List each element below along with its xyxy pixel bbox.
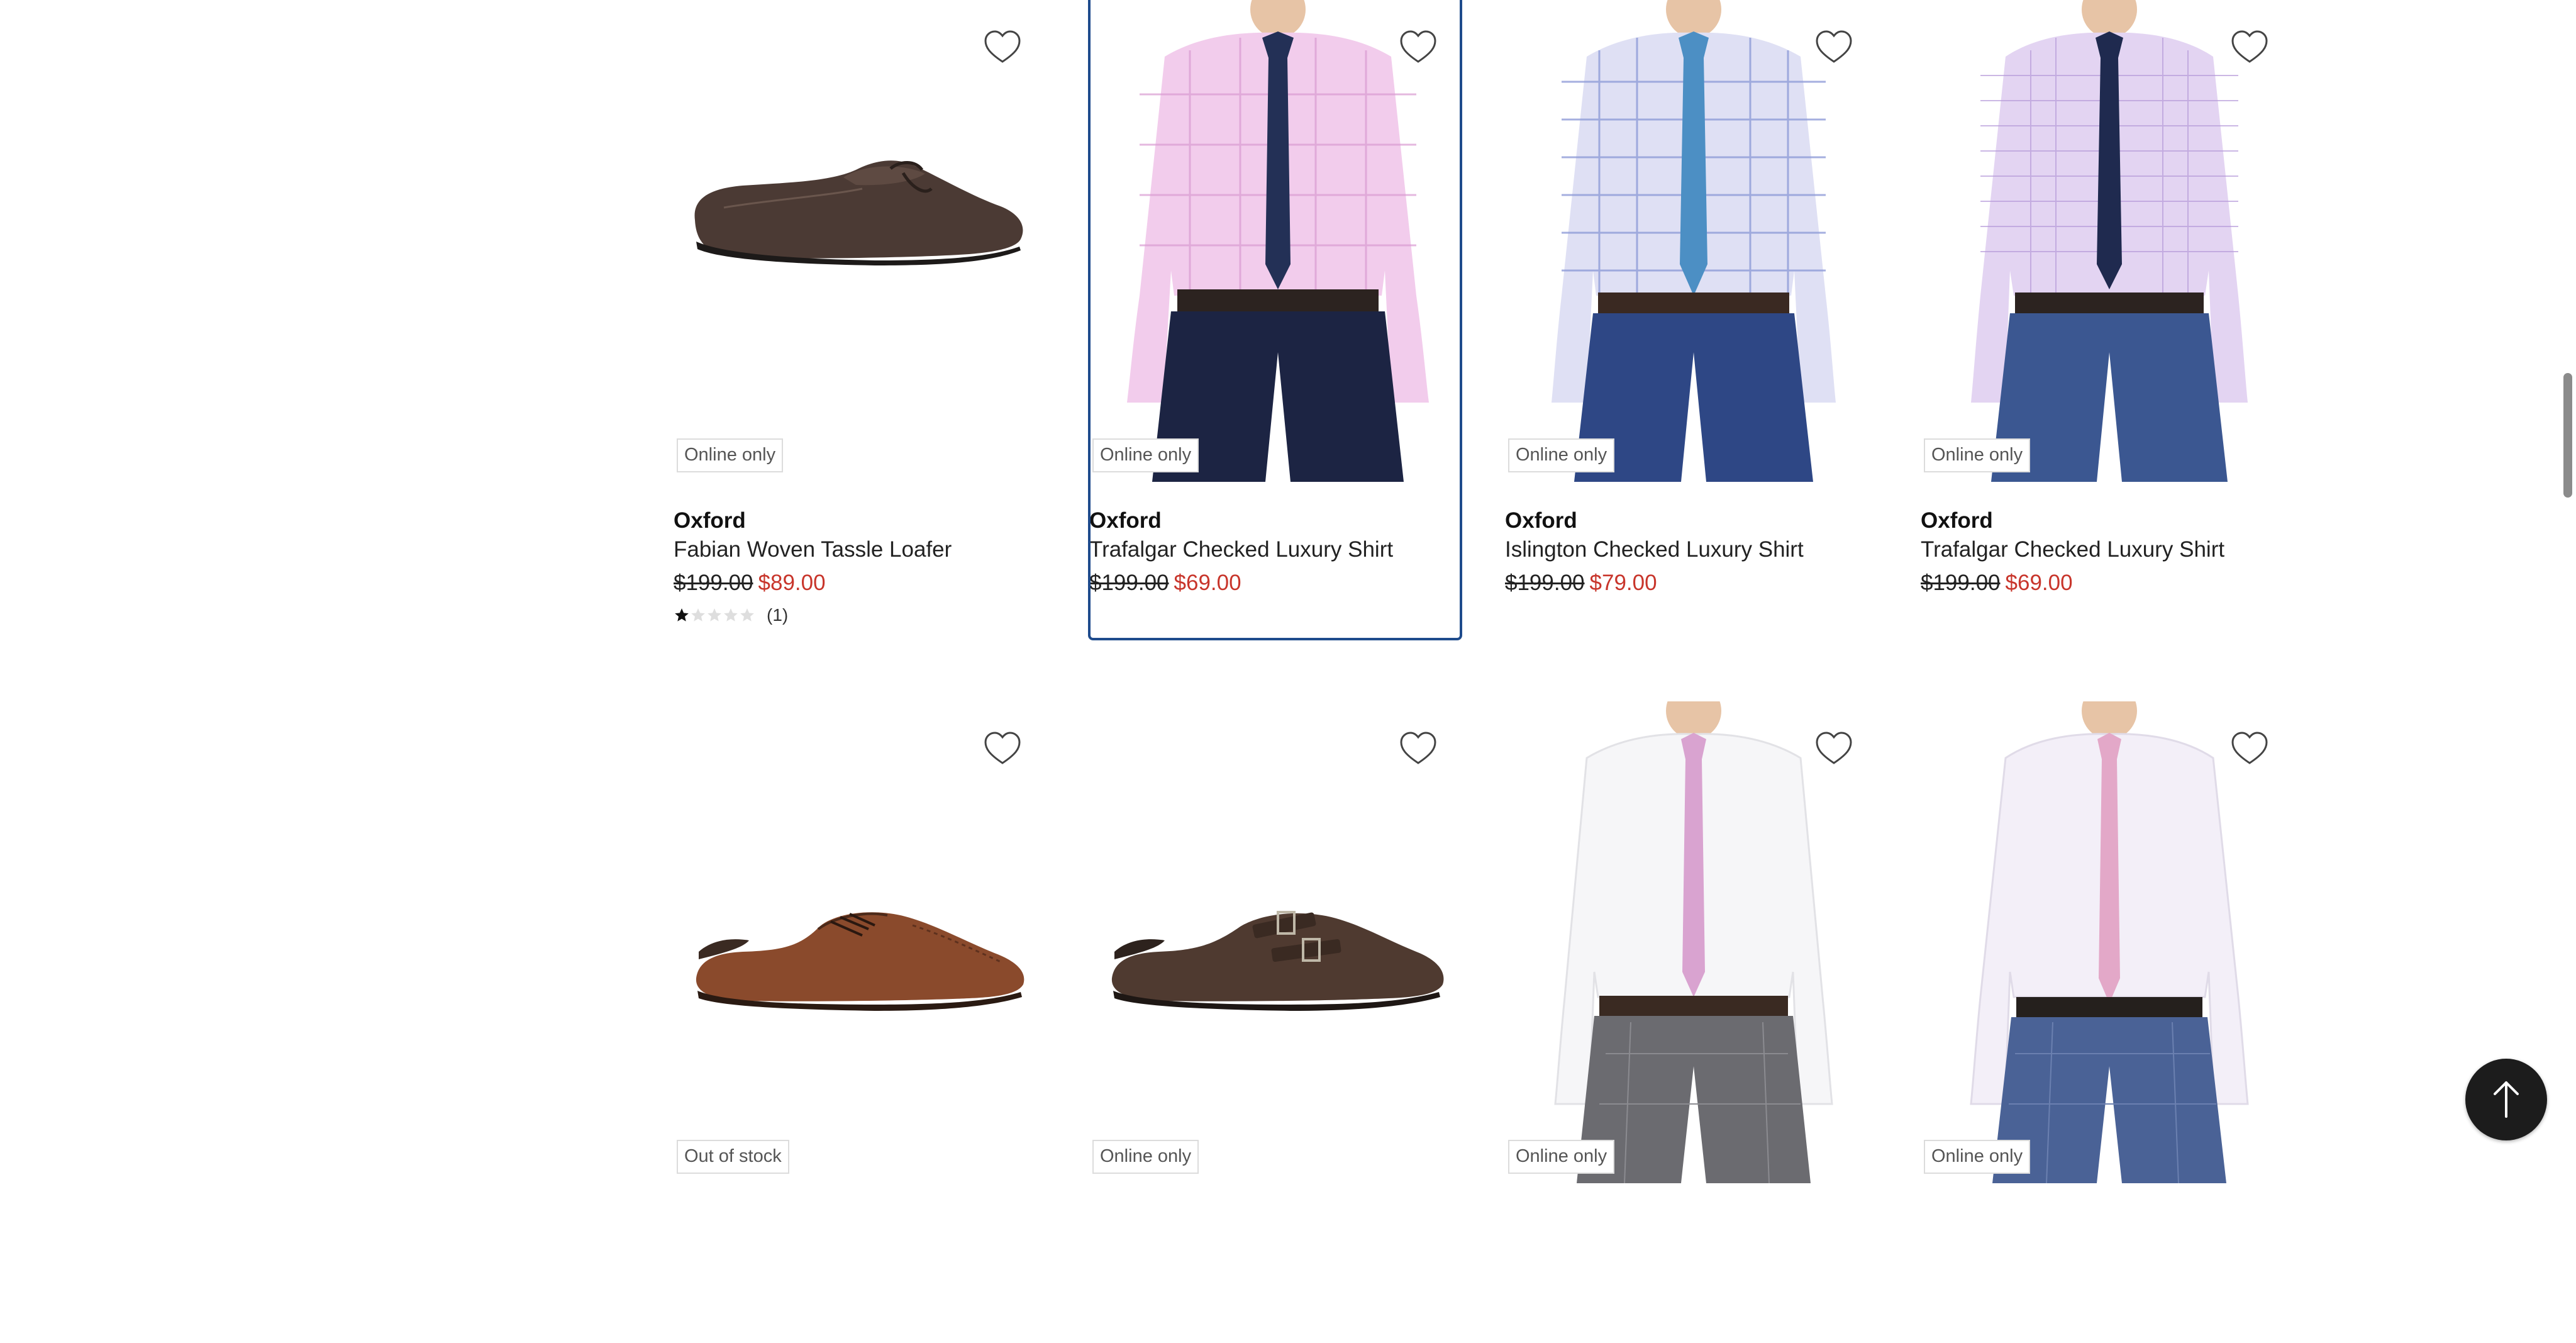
shirt-image (1970, 701, 2249, 1183)
original-price: $199.00 (1505, 571, 1585, 595)
heart-outline-icon (2231, 30, 2268, 63)
sale-price: $69.00 (2005, 571, 2073, 595)
product-image[interactable]: Out of stock (674, 701, 1048, 1183)
monk-strap-shoe-image (1111, 911, 1444, 1011)
heart-outline-icon (1400, 30, 1436, 63)
product-image[interactable]: Online only (1089, 0, 1463, 482)
star-rating (674, 607, 755, 623)
product-card[interactable]: Online only Oxford Fabian Woven Tassle L… (674, 0, 1048, 642)
wishlist-button[interactable] (980, 25, 1024, 69)
availability-badge: Online only (1508, 438, 1615, 472)
rating[interactable]: (1) (674, 604, 788, 627)
product-image[interactable]: Online only (1921, 0, 2295, 482)
derby-shoe-image (696, 912, 1024, 1011)
wishlist-button[interactable] (1396, 25, 1440, 69)
wishlist-button[interactable] (980, 727, 1024, 771)
availability-badge: Online only (1092, 438, 1199, 472)
brand-name: Oxford (1921, 508, 1993, 533)
availability-badge: Online only (677, 438, 784, 472)
heart-outline-icon (1816, 732, 1852, 764)
wishlist-button[interactable] (1396, 727, 1440, 771)
wishlist-button[interactable] (1812, 25, 1856, 69)
sale-price: $69.00 (1174, 571, 1241, 595)
wishlist-button[interactable] (2228, 25, 2272, 69)
shirt-image (1554, 701, 1833, 1183)
brand-name: Oxford (1089, 508, 1162, 533)
price-block: $199.00 $79.00 (1505, 571, 1657, 596)
review-count: (1) (767, 605, 789, 625)
product-image[interactable]: Online only (674, 0, 1048, 482)
sale-price: $89.00 (758, 571, 826, 595)
brand-name: Oxford (674, 508, 746, 533)
back-to-top-button[interactable] (2465, 1059, 2547, 1140)
wishlist-button[interactable] (2228, 727, 2272, 771)
star-empty-icon (708, 608, 721, 621)
product-card[interactable]: Online only Oxford Trafalgar Checked Lux… (1088, 0, 1463, 642)
price-block: $199.00 $69.00 (1921, 571, 2073, 596)
product-card[interactable]: Online only (1089, 701, 1463, 1343)
price-block: $199.00 $69.00 (1089, 571, 1241, 596)
product-name-link[interactable]: Islington Checked Luxury Shirt (1505, 537, 1804, 562)
product-card[interactable]: Online only Oxford Islington Checked Lux… (1505, 0, 1879, 642)
star-empty-icon (691, 608, 705, 621)
scrollbar-thumb[interactable] (2563, 373, 2572, 498)
original-price: $199.00 (1921, 571, 2001, 595)
product-card[interactable]: Online only Oxford Trafalgar Checked Lux… (1921, 0, 2295, 642)
product-card[interactable]: Out of stock (674, 701, 1048, 1343)
heart-outline-icon (984, 732, 1021, 764)
original-price: $199.00 (674, 571, 753, 595)
product-image[interactable]: Online only (1089, 701, 1463, 1183)
shirt-image (1089, 0, 1463, 482)
price-block: $199.00 $89.00 (674, 571, 826, 596)
product-image[interactable]: Online only (1921, 701, 2295, 1183)
product-name-link[interactable]: Fabian Woven Tassle Loafer (674, 537, 952, 562)
heart-outline-icon (1816, 30, 1852, 63)
availability-badge: Online only (1924, 438, 2031, 472)
heart-outline-icon (2231, 732, 2268, 764)
original-price: $199.00 (1089, 571, 1169, 595)
heart-outline-icon (1400, 732, 1436, 764)
product-name-link[interactable]: Trafalgar Checked Luxury Shirt (1921, 537, 2224, 562)
product-card[interactable]: Online only (1505, 701, 1879, 1343)
sale-price: $79.00 (1589, 571, 1657, 595)
loafer-image (694, 160, 1023, 265)
product-image[interactable]: Online only (1505, 701, 1879, 1183)
wishlist-button[interactable] (1812, 727, 1856, 771)
product-name-link[interactable]: Trafalgar Checked Luxury Shirt (1089, 537, 1393, 562)
product-grid: Online only Oxford Fabian Woven Tassle L… (0, 0, 2576, 1183)
shirt-image (1552, 0, 1836, 482)
brand-name: Oxford (1505, 508, 1577, 533)
star-empty-icon (724, 608, 738, 621)
shirt-image (1971, 0, 2248, 482)
product-card[interactable]: Online only (1921, 701, 2295, 1343)
star-empty-icon (740, 608, 754, 621)
star-filled-icon (675, 608, 689, 621)
arrow-up-icon (2494, 1081, 2519, 1118)
product-image[interactable]: Online only (1505, 0, 1879, 482)
heart-outline-icon (984, 30, 1021, 63)
